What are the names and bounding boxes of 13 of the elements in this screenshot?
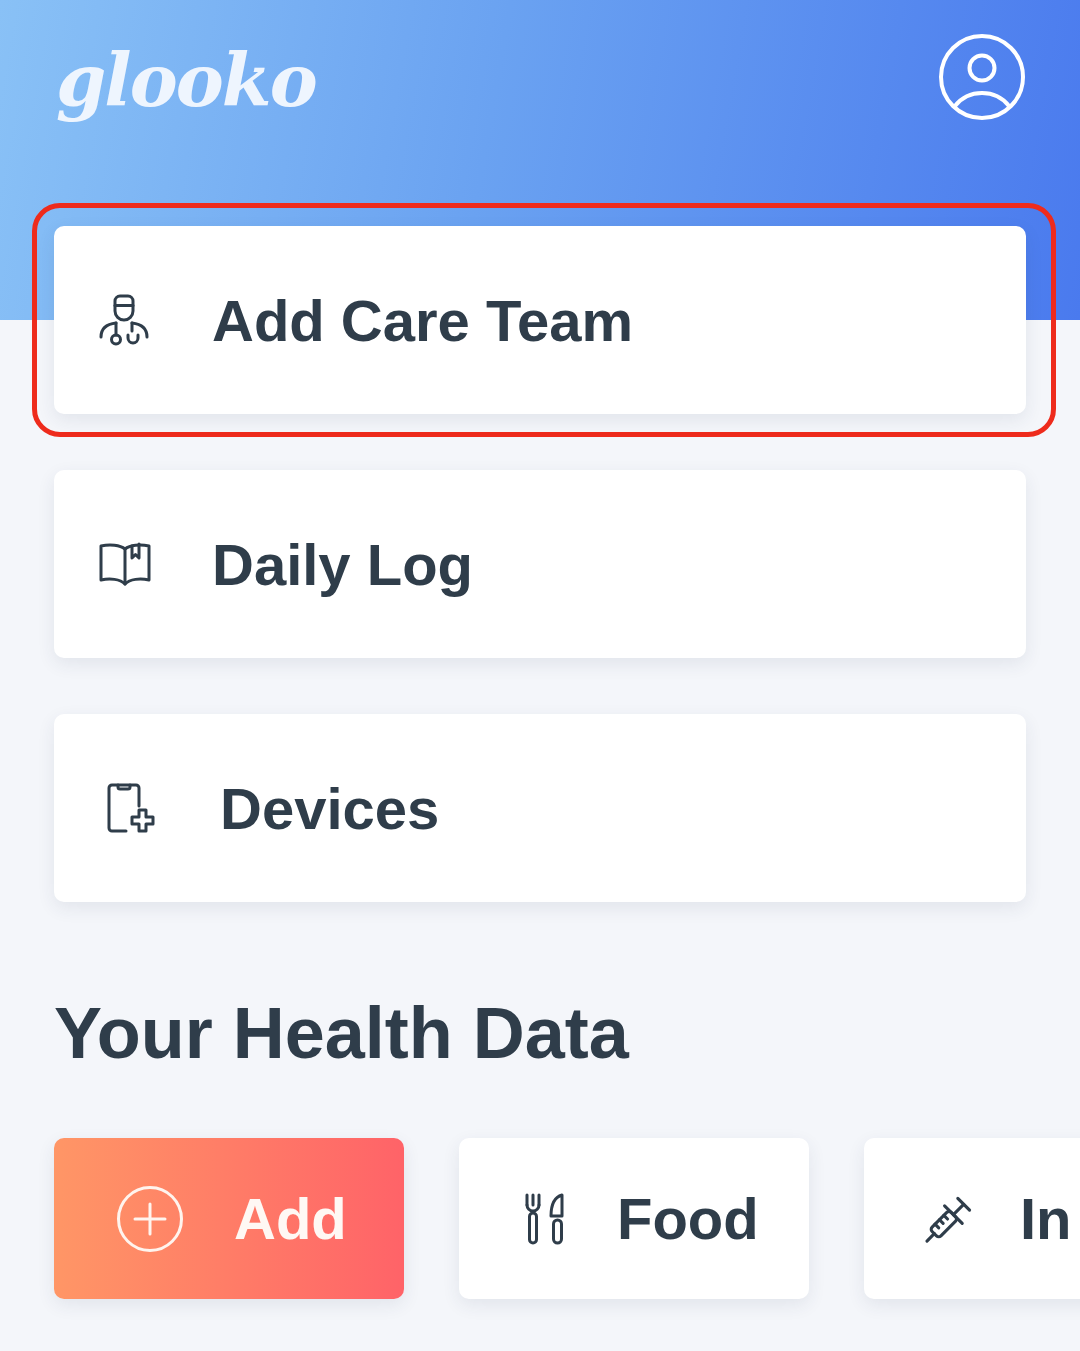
plus-circle-icon [116, 1184, 184, 1253]
profile-icon[interactable] [938, 33, 1026, 121]
book-icon [98, 541, 152, 587]
phone-plus-icon [106, 782, 156, 834]
health-category-button[interactable]: Food [459, 1138, 809, 1300]
menu-item[interactable]: Devices [54, 714, 1026, 902]
menu-item[interactable]: Daily Log [54, 470, 1026, 658]
menu-item[interactable]: Add Care Team [54, 226, 1026, 414]
doctor-icon [98, 293, 150, 347]
brand-logo: glooko [55, 36, 317, 125]
fork-knife-icon [523, 1191, 567, 1246]
health-category-button[interactable]: In [864, 1138, 1080, 1300]
section-heading: Your Health Data [54, 992, 629, 1075]
